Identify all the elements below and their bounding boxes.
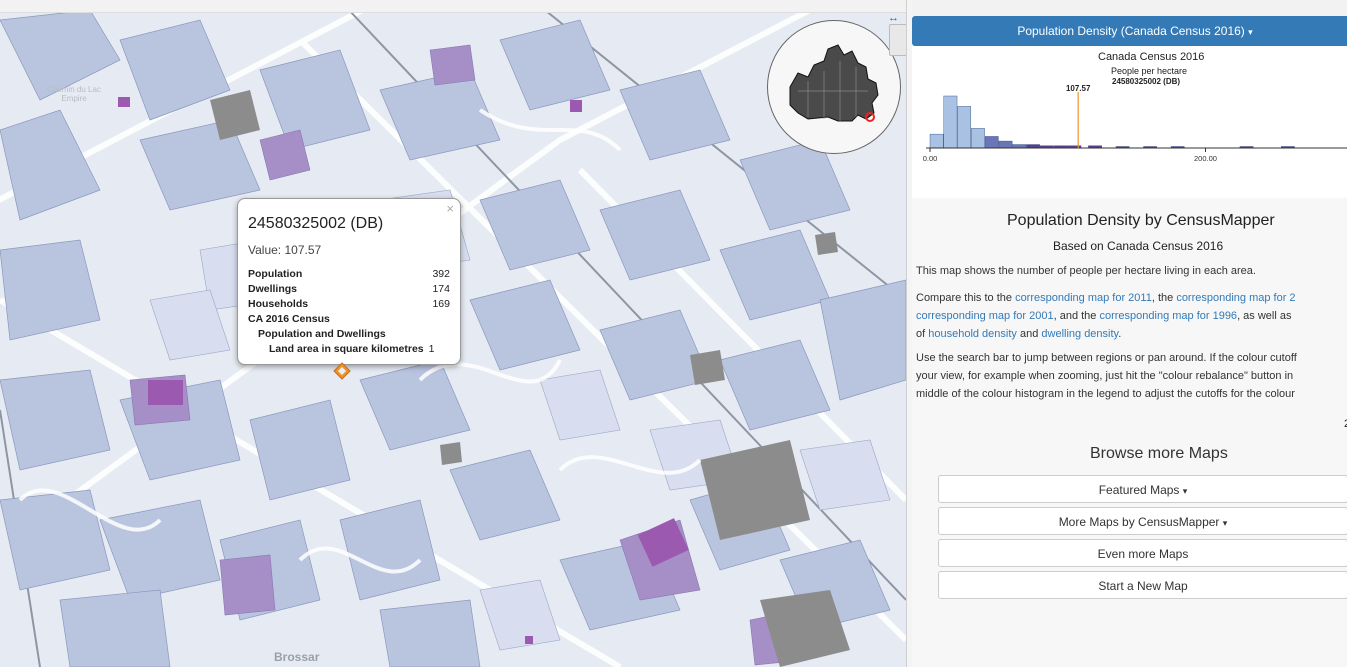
text: Compare this to the	[916, 292, 1016, 304]
about-subtitle: Based on Canada Census 2016	[1053, 239, 1224, 253]
popup-row-dwellings: Dwellings 174	[248, 282, 450, 297]
histogram-bar	[957, 106, 972, 149]
resize-icon[interactable]: ↔	[888, 12, 899, 24]
new-map-button[interactable]: Start a New Map	[938, 571, 1347, 599]
popup-row-label: Dwellings	[248, 283, 298, 295]
close-icon[interactable]: ×	[446, 201, 454, 216]
popup-value: Value: 107.57	[248, 243, 322, 257]
browse-title: Browse more Maps	[1090, 445, 1228, 462]
popup-row-value: 169	[432, 298, 450, 310]
popup-row-population: Population 392	[248, 267, 450, 282]
popup-row-label: Population	[248, 268, 303, 280]
link-dwelling-density[interactable]: dwelling density	[1041, 328, 1118, 340]
about-paragraph-1: This map shows the number of people per …	[916, 265, 1256, 277]
popup-row-label: Land area in square kilometres	[269, 343, 424, 355]
text: middle of the colour histogram in the le…	[916, 388, 1295, 400]
street-label: Chemin du Lac Empire	[47, 85, 101, 103]
text: and	[1016, 328, 1042, 340]
popup-subsection: Population and Dwellings	[258, 328, 386, 340]
about-paragraph-2: Compare this to the corresponding map fo…	[916, 289, 1347, 343]
about-paragraph-3: Use the search bar to jump between regio…	[916, 349, 1347, 403]
legend: Canada Census 2016 People per hectare 24…	[912, 46, 1347, 198]
histogram-chart[interactable]: 0.00200.00400.00600.00800.0 107.57	[912, 46, 1347, 198]
link-2011[interactable]: corresponding map for 2011	[1015, 292, 1152, 304]
histogram-bar	[1026, 144, 1040, 149]
canada-minimap[interactable]	[767, 20, 901, 154]
popup-section: CA 2016 Census	[248, 313, 330, 325]
location-marker-icon[interactable]	[333, 362, 351, 380]
histogram-bar	[1012, 144, 1027, 149]
histogram-bar	[971, 128, 985, 149]
popup-row-land-area: Land area in square kilometres 1	[248, 342, 450, 357]
panel-top-bar	[912, 0, 1347, 16]
layer-dropdown[interactable]: Population Density (Canada Census 2016) …	[912, 16, 1347, 46]
scroll-handle[interactable]	[889, 24, 906, 56]
text: of	[916, 328, 929, 340]
link-2006[interactable]: corresponding map for 2	[1176, 292, 1295, 304]
link-2001[interactable]: corresponding map for 2001	[916, 310, 1054, 322]
button-label: Start a New Map	[1098, 579, 1188, 593]
chevron-down-icon: ▾	[1248, 27, 1253, 37]
x-tick-label: 0.00	[923, 154, 938, 163]
link-household-density[interactable]: household density	[928, 328, 1017, 340]
text: , and the	[1053, 310, 1100, 322]
histogram-bar	[998, 140, 1013, 149]
text: , as well as	[1237, 310, 1292, 322]
popup-row-households: Households 169	[248, 297, 450, 312]
layer-dropdown-label: Population Density (Canada Census 2016)	[1017, 24, 1245, 38]
chevron-down-icon: ▾	[1222, 518, 1228, 528]
button-label: More Maps by CensusMapper	[1058, 515, 1220, 529]
side-panel: Population Density (Canada Census 2016) …	[912, 0, 1347, 667]
popup-row-value: 392	[432, 268, 450, 280]
more-maps-button[interactable]: More Maps by CensusMapper ▾	[938, 507, 1347, 535]
histogram-bar	[984, 136, 999, 149]
about-title: Population Density by CensusMapper	[1007, 212, 1275, 229]
value-marker-label: 107.57	[1066, 84, 1091, 93]
chevron-down-icon: ▾	[1182, 486, 1188, 496]
button-label: Featured Maps	[1098, 483, 1180, 497]
text: .	[1118, 328, 1122, 340]
popup-title: 24580325002 (DB)	[248, 215, 384, 232]
featured-maps-button[interactable]: Featured Maps ▾	[938, 475, 1347, 503]
popup-row-value: 174	[432, 283, 450, 295]
link-1996[interactable]: corresponding map for 1996	[1099, 310, 1237, 322]
text: , the	[1151, 292, 1177, 304]
even-more-maps-button[interactable]: Even more Maps	[938, 539, 1347, 567]
text: your view, for example when zooming, jus…	[916, 370, 1294, 382]
button-label: Even more Maps	[1097, 547, 1189, 561]
histogram-bar	[929, 133, 944, 149]
city-label: Brossar	[274, 650, 320, 664]
text: Use the search bar to jump between regio…	[916, 352, 1297, 364]
popup-row-label: Households	[248, 298, 309, 310]
histogram-bar	[943, 95, 958, 149]
about-section: Population Density by CensusMapper Based…	[912, 198, 1347, 443]
map-view[interactable]: Chemin du Lac Empire Brossar × 245803250…	[0, 0, 906, 667]
info-popup: × 24580325002 (DB) Value: 107.57 Populat…	[237, 198, 461, 365]
browse-section: Browse more Maps Featured Maps ▾ More Ma…	[912, 438, 1347, 667]
x-tick-label: 200.00	[1194, 154, 1217, 163]
map-top-bar	[0, 0, 906, 13]
popup-row-value: 1	[428, 343, 435, 355]
